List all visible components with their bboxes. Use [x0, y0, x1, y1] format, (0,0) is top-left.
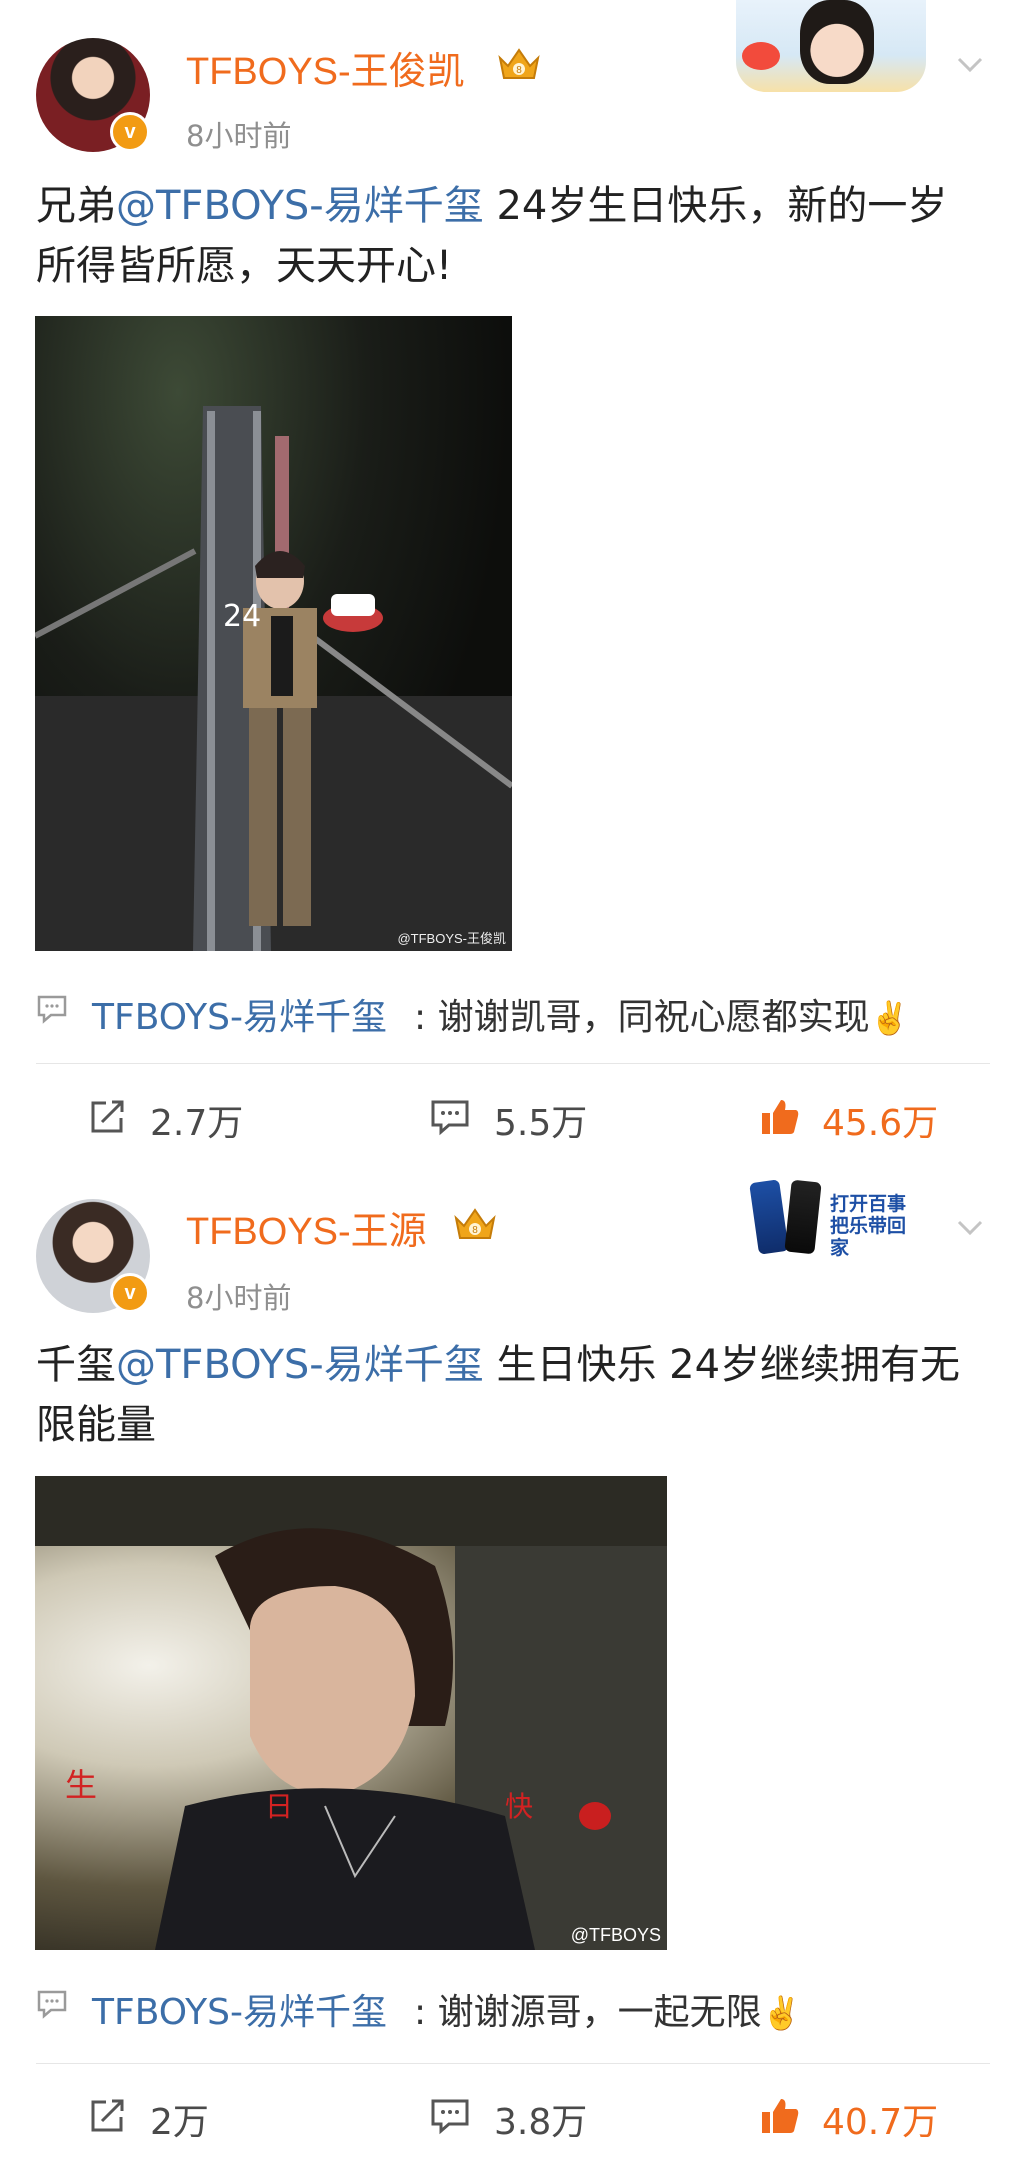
chevron-down-icon[interactable] — [956, 1213, 984, 1241]
pepsi-can-icon — [749, 1179, 789, 1255]
comment-text: : 谢谢源哥，一起无限✌️ — [414, 1983, 801, 2035]
top-comment[interactable]: TFBOYS-易烊千玺 : 谢谢源哥，一起无限✌️ — [36, 1975, 986, 2035]
repost-icon — [91, 2099, 124, 2132]
author-name[interactable]: TFBOYS-王源 — [186, 1200, 427, 1255]
svg-text:8: 8 — [472, 1225, 478, 1236]
pepsi-ad-sticker: 打开百事 把乐带回家 — [749, 1167, 924, 1263]
comment-body: : 谢谢源哥，一起无限 — [414, 1992, 762, 2033]
decorative-sticker — [736, 0, 926, 92]
pepsi-can-icon — [784, 1179, 822, 1255]
like-count: 40.7万 — [822, 2102, 939, 2143]
image-watermark: @TFBOYS-王俊凯 — [397, 931, 506, 946]
svg-text:24: 24 — [223, 599, 261, 634]
chevron-down-icon[interactable] — [956, 50, 984, 78]
mention-link[interactable]: @TFBOYS-易烊千玺 — [116, 1342, 484, 1388]
post-actions: 2.7万 5.5万 45.6万 — [0, 1082, 1024, 1152]
ad-slogan: 打开百事 把乐带回家 — [830, 1193, 907, 1259]
top-comment[interactable]: TFBOYS-易烊千玺 : 谢谢凯哥，同祝心愿都实现✌️ — [36, 980, 986, 1040]
crown-badge-icon: 8 — [454, 1208, 496, 1239]
post-image[interactable]: 24 @TFBOYS-王俊凯 — [35, 316, 512, 951]
verified-v-icon: v — [110, 112, 150, 152]
victory-hand-emoji: ✌️ — [761, 1994, 802, 2032]
svg-text:快: 快 — [505, 1790, 533, 1823]
repost-icon — [91, 1100, 124, 1133]
svg-text:日: 日 — [265, 1790, 293, 1823]
post-time: 8小时前 — [186, 119, 292, 153]
comment-username[interactable]: TFBOYS-易烊千玺 — [92, 1983, 387, 2035]
comment-icon — [37, 1990, 67, 2019]
comment-text: : 谢谢凯哥，同祝心愿都实现✌️ — [414, 988, 909, 1040]
comment-icon — [37, 995, 67, 1024]
repost-count: 2.7万 — [150, 1103, 244, 1144]
cartoon-avatar-sticker — [800, 0, 874, 84]
weibo-post: v TFBOYS-王源 8 8小时前 打开百事 把乐带回家 千玺@TFBOYS-… — [0, 1155, 1024, 2171]
comment-count: 3.8万 — [494, 2102, 588, 2143]
like-count: 45.6万 — [822, 1103, 939, 1144]
svg-text:生: 生 — [65, 1766, 97, 1804]
mention-link[interactable]: @TFBOYS-易烊千玺 — [116, 183, 484, 229]
victory-hand-emoji: ✌️ — [869, 999, 910, 1037]
crab-icon — [742, 42, 780, 70]
thumbs-up-icon — [762, 2099, 799, 2133]
comment-body: : 谢谢凯哥，同祝心愿都实现 — [414, 997, 870, 1038]
author-name[interactable]: TFBOYS-王俊凯 — [186, 40, 465, 95]
post-actions: 2万 3.8万 40.7万 — [0, 2081, 1024, 2151]
slide-photo-illustration: 24 — [35, 406, 512, 951]
weibo-post: v TFBOYS-王俊凯 8 8小时前 兄弟@TFBOYS-易烊千玺 24岁生日… — [0, 0, 1024, 1155]
thumbs-up-icon — [762, 1100, 799, 1134]
portrait-photo-illustration: 生 日 快 — [35, 1476, 667, 1950]
svg-text:8: 8 — [516, 65, 522, 76]
divider — [36, 2063, 990, 2064]
divider — [36, 1063, 990, 1064]
post-image[interactable]: 生 日 快 @TFBOYS — [35, 1476, 667, 1950]
verified-v-icon: v — [110, 1273, 150, 1313]
comment-icon — [431, 2099, 469, 2135]
comment-username[interactable]: TFBOYS-易烊千玺 — [92, 988, 387, 1040]
crown-badge-icon: 8 — [498, 48, 540, 79]
post-text-prefix: 兄弟 — [36, 183, 116, 229]
comment-count: 5.5万 — [494, 1103, 588, 1144]
post-time: 8小时前 — [186, 1281, 292, 1315]
comment-icon — [431, 1100, 469, 1136]
post-text: 千玺@TFBOYS-易烊千玺 生日快乐 24岁继续拥有无限能量 — [36, 1335, 986, 1455]
image-watermark: @TFBOYS — [570, 1925, 661, 1945]
post-text: 兄弟@TFBOYS-易烊千玺 24岁生日快乐，新的一岁所得皆所愿，天天开心! — [36, 176, 986, 296]
repost-count: 2万 — [150, 2102, 209, 2143]
post-text-prefix: 千玺 — [36, 1342, 116, 1388]
